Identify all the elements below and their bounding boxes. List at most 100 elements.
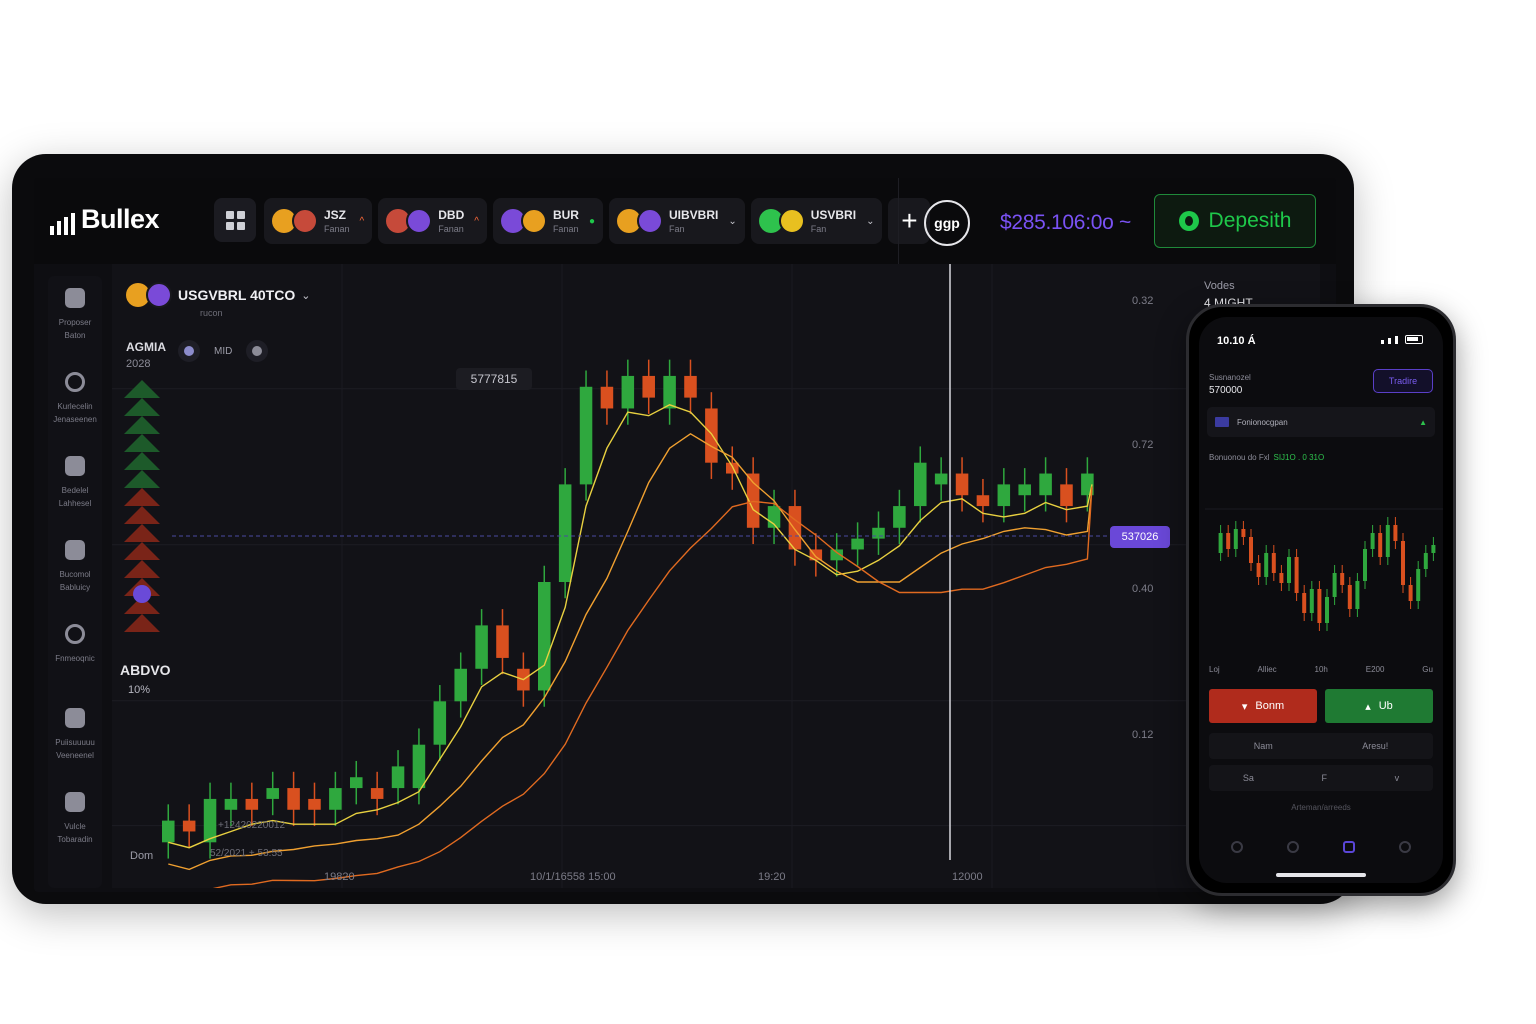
candle-body [391,766,405,789]
timeframe-option[interactable]: 10h [1315,665,1328,674]
phone-candle-body [1271,553,1276,573]
nav-home-icon[interactable] [1231,841,1243,853]
asset-text: DBD Fanan [438,209,464,234]
pair-selector[interactable]: USGVBRL 40TCO ⌄ [126,282,310,308]
candle-body [475,625,488,669]
timeframe-option[interactable]: E200 [1366,665,1385,674]
candle-body [308,798,321,810]
balance-display[interactable]: $285.106:0o ~ [1000,211,1131,235]
asset-tabs: JSZ Fanan ^ DBD Fanan ^ BUR Fanan ● UIBVBRI Fan ⌄ US… [264,198,931,244]
asset-name: DBD [438,207,465,222]
asset-tab[interactable]: DBD Fanan ^ [378,198,487,244]
asset-avatar-icon [636,208,663,234]
flag-icon [1215,417,1229,427]
candle-body [433,701,447,745]
briefcase-icon [65,288,85,308]
phone-candle-body [1249,537,1253,563]
phone-candle-body [1347,585,1352,609]
candle-body [1018,484,1031,496]
drawing-button[interactable] [246,340,269,362]
candle-body [538,582,551,691]
candle-body [182,820,196,832]
asset-tab[interactable]: BUR Fanan ● [492,198,603,244]
phone-candle-body [1226,533,1231,549]
pen-icon [252,346,263,356]
phone-candle-body [1370,533,1375,549]
up-button[interactable]: ▴ Ub [1325,689,1433,723]
sentiment-triangle [124,524,160,542]
profile-button[interactable]: ggp [924,200,970,246]
phone-bottom-nav [1209,841,1433,853]
logo[interactable]: Bullex [50,204,160,235]
sidebar-item[interactable]: Bucomol Babluicy [48,540,102,594]
apps-grid-button[interactable] [214,198,256,242]
price-chart[interactable]: 0.32 0.72 0.40 0.12 19820 10/1/16558 15:00 19:… [112,264,1320,888]
sidebar-item[interactable]: Bedelel Lahhesel [48,456,102,510]
candle-body [684,375,697,398]
timeframe-option[interactable]: Alliec [1258,665,1277,674]
phone-screen: 10.10 Á Susnanozel 570000 Tradire Fonion… [1199,317,1443,883]
phone-device: 10.10 Á Susnanozel 570000 Tradire Fonion… [1186,304,1456,896]
trade-button[interactable]: Tradire [1373,369,1433,393]
candle-body [893,506,906,528]
candle-body [245,798,259,810]
nav-trade-icon[interactable] [1343,841,1355,853]
asset-tab[interactable]: USVBRI Fan ⌄ [750,198,883,244]
timeframe-option[interactable]: Loj [1209,665,1220,674]
candle-body [1039,473,1052,496]
phone-candle-body [1401,541,1405,585]
sidebar: Proposer Baton Kurlecelin Jenaseenen Bedel… [48,276,102,888]
sidebar-item[interactable]: Puiisuuuuu Veeneenel [48,708,102,762]
phone-asset-selector[interactable]: Fonionocgpan ▲ [1207,407,1435,437]
phone-candle-body [1256,563,1261,577]
asset-tab[interactable]: UIBVBRI Fan ⌄ [608,198,745,244]
phone-timeframes: Loj Alliec 10h E200 Gu [1209,665,1433,674]
asset-sub: Fanan [324,223,350,234]
divider [898,178,899,264]
row1-a: Nam [1253,741,1273,751]
candle-body [162,820,175,843]
coin-icon [65,456,85,476]
asset-tab[interactable]: JSZ Fanan ^ [264,198,373,244]
sidebar-item[interactable]: Vulcle Tobaradin [48,792,102,846]
sidebar-item-label: Puiisuuuuu Veeneenel [55,738,95,760]
nav-profile-icon[interactable] [1399,841,1411,853]
arrow-up-icon: ▴ [1365,700,1371,713]
asset-name: BUR [552,207,579,222]
phone-options-row[interactable]: Sa F v [1209,765,1433,791]
down-button[interactable]: ▾ Bonm [1209,689,1317,723]
nav-history-icon[interactable] [1287,841,1299,853]
y-tick-label: 0.32 [1132,295,1153,307]
candle-body [955,473,969,496]
phone-amount-row[interactable]: Nam Aresu! [1209,733,1433,759]
phone-candle-body [1363,549,1367,581]
row2-a: Sa [1242,773,1254,783]
sidebar-item[interactable]: Fnmeoqnic [48,624,102,665]
candle-body [329,788,342,810]
asset-name: JSZ [324,207,347,222]
timeframe-option[interactable]: Gu [1422,665,1433,674]
candle-body [621,375,635,409]
indicator-button[interactable] [178,340,200,362]
candle-body [224,798,238,810]
tool-label[interactable]: MID [214,346,232,357]
row2-c: v [1394,773,1400,783]
phone-chart[interactable] [1205,473,1443,653]
deposit-button[interactable]: Depesith [1154,194,1316,248]
candle-body [203,798,217,843]
tablet-device: Bullex JSZ Fanan ^ DBD Fanan ^ BUR Fanan ● UIBVBR… [12,154,1354,904]
phone-candle-body [1325,597,1329,623]
sidebar-item[interactable]: Kurlecelin Jenaseenen [48,372,102,426]
status-icons [1381,335,1423,344]
phone-info: Bonuonou do Fxl SIJ1O . 0 31O [1209,453,1324,462]
indicator-stats: AGMIA 2028 [126,340,166,370]
sidebar-item[interactable]: Proposer Baton [48,288,102,342]
current-price-tag: 537026 [1110,526,1170,548]
asset-sub: Fanan [552,223,579,234]
phone-candle-body [1355,581,1360,609]
grid-icon [225,210,245,230]
asset-avatar-icon [146,282,172,308]
sentiment-value: 10% [128,684,151,696]
phone-candle-body [1287,557,1291,583]
phone-candle-body [1279,573,1284,583]
